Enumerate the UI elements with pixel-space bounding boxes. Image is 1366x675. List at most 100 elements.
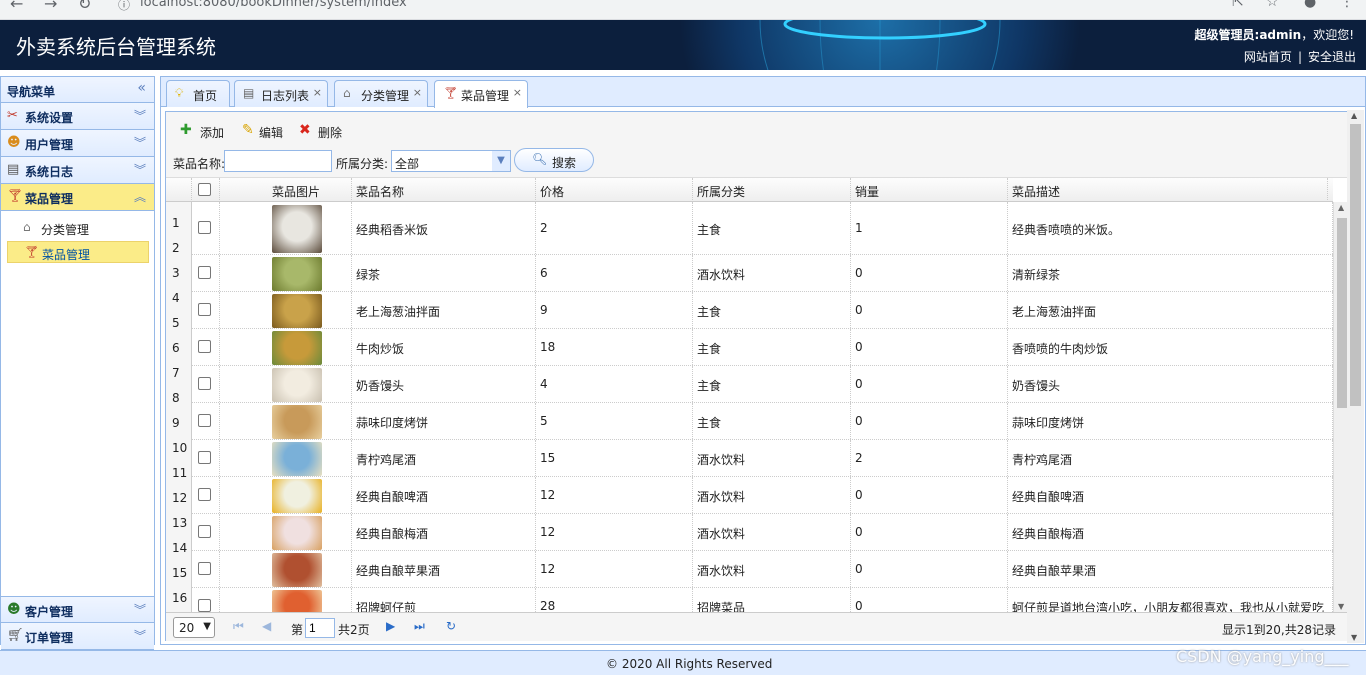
tab-home[interactable]: 💡︎ 首页 xyxy=(166,80,230,107)
column-header-price[interactable]: 价格 xyxy=(536,178,693,202)
cell-desc: 蚵仔煎是道地台湾小吃，小朋友都很喜欢，我也从小就爱吃 xyxy=(1008,588,1333,612)
cell-price: 4 xyxy=(536,366,693,402)
dish-name-input[interactable] xyxy=(224,150,332,172)
close-icon[interactable]: × xyxy=(513,86,522,99)
cell-sales: 0 xyxy=(851,514,1008,550)
forward-icon[interactable]: → xyxy=(44,0,57,13)
table-row[interactable]: 奶香馒头 4 主食 0 奶香馒头 xyxy=(192,366,1333,403)
reload-icon[interactable]: ↻ xyxy=(78,0,91,13)
page-size-select[interactable]: 20 ▼ xyxy=(173,617,215,638)
chevron-down-icon[interactable]: ︾ xyxy=(134,134,146,151)
prev-page-icon[interactable]: ◀ xyxy=(262,619,271,633)
column-header-image[interactable]: 菜品图片 xyxy=(220,178,352,202)
row-checkbox[interactable] xyxy=(198,339,211,353)
tab-dishes[interactable]: 🍸︎ 菜品管理 × xyxy=(434,80,528,108)
chevron-down-icon[interactable]: ︾ xyxy=(134,161,146,178)
scroll-up-icon[interactable]: ▲ xyxy=(1338,203,1344,212)
column-header-name[interactable]: 菜品名称 xyxy=(352,178,536,202)
sidebar-group-system-log[interactable]: ▤ 系统日志 ︾ xyxy=(1,157,154,184)
cell-category: 酒水饮料 xyxy=(693,255,851,291)
chevron-down-icon[interactable]: ︾ xyxy=(134,601,146,618)
row-checkbox[interactable] xyxy=(198,524,211,538)
tab-category[interactable]: ⌂ 分类管理 × xyxy=(334,80,428,107)
refresh-icon[interactable]: ↻ xyxy=(446,619,456,633)
row-checkbox[interactable] xyxy=(198,598,211,612)
cell-img xyxy=(220,440,352,476)
cell-text: 青柠鸡尾酒 xyxy=(1012,452,1073,467)
delete-button[interactable]: ✖ 删除 xyxy=(299,121,347,143)
cell-checkbox xyxy=(192,588,220,612)
table-row[interactable]: 牛肉炒饭 18 主食 0 香喷喷的牛肉炒饭 xyxy=(192,329,1333,366)
profile-icon[interactable]: ● xyxy=(1304,0,1316,10)
double-chevron-left-icon[interactable]: « xyxy=(137,80,146,96)
row-checkbox[interactable] xyxy=(198,220,211,234)
cell-text: 经典自酿苹果酒 xyxy=(1012,563,1097,578)
star-icon[interactable]: ☆ xyxy=(1266,0,1279,10)
sidebar-group-dish-management[interactable]: 🍸︎ 菜品管理 ︽ xyxy=(1,184,154,211)
cell-desc: 老上海葱油拌面 xyxy=(1008,292,1333,328)
column-header-description[interactable]: 菜品描述 xyxy=(1008,178,1328,202)
row-checkbox[interactable] xyxy=(198,487,211,501)
cell-category: 酒水饮料 xyxy=(693,514,851,550)
column-header-sales[interactable]: 销量 xyxy=(851,178,1008,202)
scroll-down-icon[interactable]: ▼ xyxy=(1338,602,1344,611)
column-header-category[interactable]: 所属分类 xyxy=(693,178,851,202)
scroll-down-icon[interactable]: ▼ xyxy=(1351,633,1357,642)
scroll-up-icon[interactable]: ▲ xyxy=(1351,111,1357,120)
edit-button[interactable]: ✎ 编辑 xyxy=(242,121,290,143)
table-row[interactable]: 经典自酿苹果酒 12 酒水饮料 0 经典自酿苹果酒 xyxy=(192,551,1333,588)
table-row[interactable]: 经典自酿啤酒 12 酒水饮料 0 经典自酿啤酒 xyxy=(192,477,1333,514)
row-checkbox[interactable] xyxy=(198,561,211,575)
page-scrollbar[interactable]: ▲ ▼ xyxy=(1347,110,1364,643)
row-checkbox[interactable] xyxy=(198,265,211,279)
sidebar-item-category[interactable]: ⌂ 分类管理 xyxy=(7,217,149,239)
chevron-down-icon[interactable]: ︾ xyxy=(134,627,146,644)
logout-link[interactable]: 安全退出 xyxy=(1308,50,1356,64)
share-icon[interactable]: ⇱ xyxy=(1232,0,1244,10)
category-select[interactable]: 全部 ▼ xyxy=(391,150,511,172)
table-row[interactable]: 蒜味印度烤饼 5 主食 0 蒜味印度烤饼 xyxy=(192,403,1333,440)
sidebar-item-dishes[interactable]: 🍸︎ 菜品管理 xyxy=(7,241,149,263)
add-button[interactable]: ✚ 添加 xyxy=(180,121,228,143)
sidebar-group-user-management[interactable]: ☻ 用户管理 ︾ xyxy=(1,130,154,157)
scrollbar-thumb[interactable] xyxy=(1350,124,1361,406)
table-row[interactable]: 绿茶 6 酒水饮料 0 清新绿茶 xyxy=(192,255,1333,292)
row-checkbox[interactable] xyxy=(198,450,211,464)
chevron-down-icon[interactable]: ▼ xyxy=(492,151,510,171)
back-icon[interactable]: ← xyxy=(10,0,23,13)
select-all-checkbox[interactable] xyxy=(198,183,211,196)
row-number: 11 xyxy=(172,466,188,480)
menu-icon[interactable]: ⋮ xyxy=(1340,0,1354,10)
address-bar[interactable]: localhost:8080/bookDinner/system/index xyxy=(140,0,407,10)
sidebar-group-order-management[interactable]: 🛒︎ 订单管理 ︾ xyxy=(1,623,154,650)
row-checkbox[interactable] xyxy=(198,302,211,316)
sidebar-group-customer-management[interactable]: ☻ 客户管理 ︾ xyxy=(1,596,154,623)
search-button[interactable]: 🔍︎ 搜索 xyxy=(514,148,594,172)
chevron-up-icon[interactable]: ︽ xyxy=(134,188,146,205)
table-row[interactable]: 老上海葱油拌面 9 主食 0 老上海葱油拌面 xyxy=(192,292,1333,329)
row-checkbox[interactable] xyxy=(198,376,211,390)
browser-toolbar: ← → ↻ ⓘ localhost:8080/bookDinner/system… xyxy=(0,0,1366,20)
close-icon[interactable]: × xyxy=(413,86,422,99)
table-row[interactable]: 青柠鸡尾酒 15 酒水饮料 2 青柠鸡尾酒 xyxy=(192,440,1333,477)
page-number-input[interactable] xyxy=(305,618,335,638)
cup-icon: 🍸︎ xyxy=(443,86,459,100)
tab-log-list[interactable]: ▤ 日志列表 × xyxy=(234,80,328,107)
last-page-icon[interactable]: ⏭ xyxy=(414,619,425,634)
home-link[interactable]: 网站首页 xyxy=(1244,50,1292,64)
table-row[interactable]: 经典自酿梅酒 12 酒水饮料 0 经典自酿梅酒 xyxy=(192,514,1333,551)
column-header-label: 所属分类 xyxy=(697,185,746,199)
cell-text: 经典自酿梅酒 xyxy=(356,526,429,541)
table-row[interactable]: 招牌蚵仔煎 28 招牌菜品 0 蚵仔煎是道地台湾小吃，小朋友都很喜欢，我也从小就爱吃 xyxy=(192,588,1333,612)
watermark: CSDN @yang_ying___ xyxy=(1176,647,1349,666)
sidebar-group-system-settings[interactable]: ✂ 系统设置 ︾ xyxy=(1,103,154,130)
next-page-icon[interactable]: ▶ xyxy=(386,619,395,633)
cell-name: 老上海葱油拌面 xyxy=(352,292,536,328)
first-page-icon[interactable]: ⏮ xyxy=(233,619,244,634)
chevron-down-icon[interactable]: ︾ xyxy=(134,107,146,124)
close-icon[interactable]: × xyxy=(313,86,322,99)
cell-sales: 0 xyxy=(851,329,1008,365)
table-row[interactable]: 经典稻香米饭 2 主食 1 经典香喷喷的米饭。 xyxy=(192,202,1333,255)
row-checkbox[interactable] xyxy=(198,413,211,427)
dish-image xyxy=(272,478,322,513)
